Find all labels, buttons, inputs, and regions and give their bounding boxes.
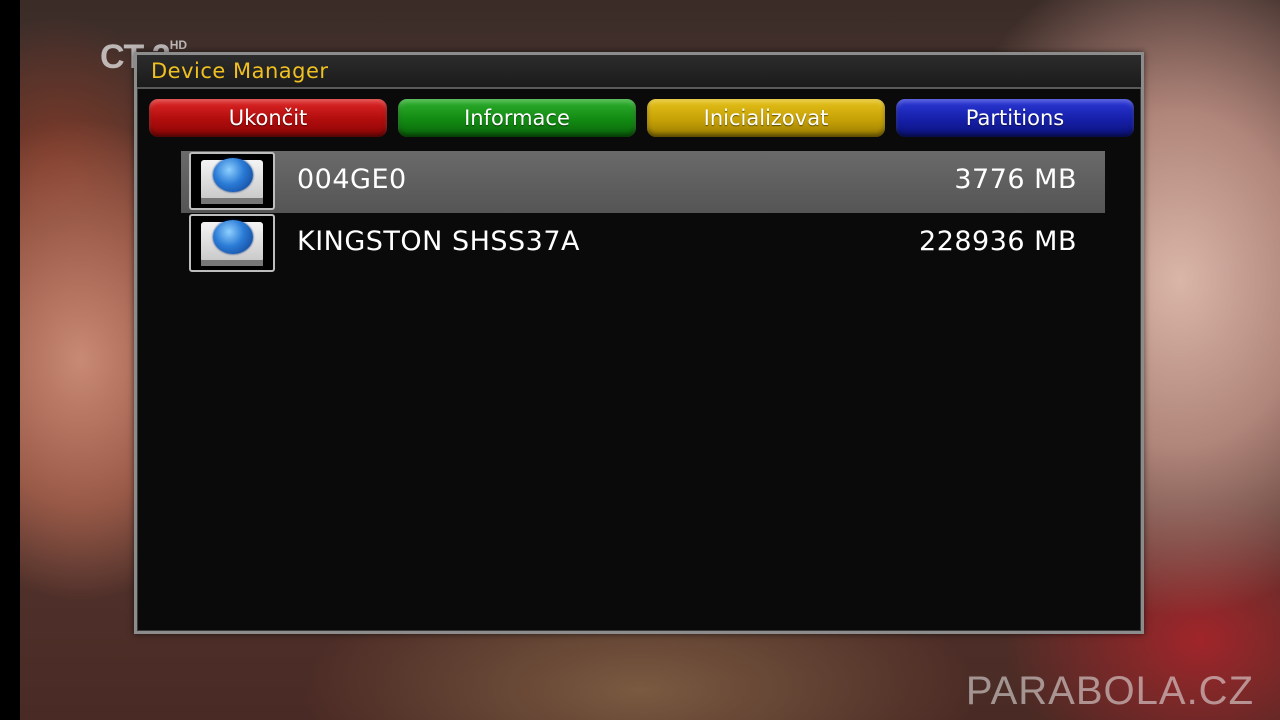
device-manager-window: Device Manager Ukončit Informace Inicial… <box>134 52 1144 634</box>
watermark: PARABOLA.CZ <box>965 669 1254 713</box>
title-bar: Device Manager <box>137 55 1141 89</box>
exit-button[interactable]: Ukončit <box>149 99 387 137</box>
tv-letterbox-bar <box>0 0 20 720</box>
device-size: 228936 MB <box>919 226 1077 257</box>
initialize-button[interactable]: Inicializovat <box>647 99 885 137</box>
partitions-button[interactable]: Partitions <box>896 99 1134 137</box>
device-size: 3776 MB <box>954 164 1077 195</box>
window-title: Device Manager <box>151 59 329 83</box>
device-name: KINGSTON SHSS37A <box>297 226 580 257</box>
information-button[interactable]: Informace <box>398 99 636 137</box>
device-name: 004GE0 <box>297 164 407 195</box>
device-list: 004GE0 3776 MB KINGSTON SHSS37A 228936 M… <box>181 151 1105 281</box>
network-drive-icon <box>189 214 275 272</box>
device-row[interactable]: KINGSTON SHSS37A 228936 MB <box>181 213 1105 275</box>
device-row-selected[interactable]: 004GE0 3776 MB <box>181 151 1105 213</box>
network-drive-icon <box>189 152 275 210</box>
